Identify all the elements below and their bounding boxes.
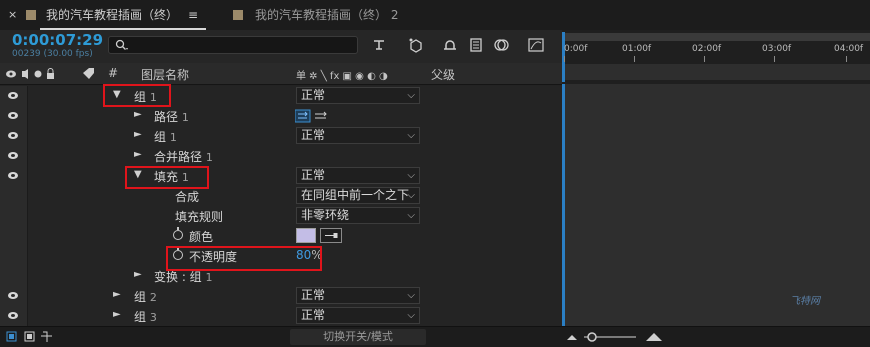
expand-triangle-icon[interactable]: ► <box>113 309 121 320</box>
ruler-tick-label: 01:00f <box>622 44 652 54</box>
eye-icon[interactable] <box>8 152 18 159</box>
magnifier-icon <box>115 39 128 50</box>
list-item[interactable]: 颜色 <box>0 226 562 247</box>
close-tab-button[interactable]: × <box>8 0 17 30</box>
label-tag-icon <box>83 68 94 79</box>
list-item[interactable]: ► 合并路径 1 <box>0 146 562 167</box>
blend-mode-dropdown[interactable]: 正常 ⌵ <box>296 307 420 324</box>
list-item[interactable]: ► 组 1 正常 ⌵ <box>0 126 562 147</box>
stopwatch-icon[interactable] <box>173 227 183 240</box>
list-item[interactable]: 填充规则 非零环绕 ⌵ <box>0 206 562 227</box>
timeline-footer: 切换开关/模式 <box>0 326 870 347</box>
visibility-cell <box>0 226 28 246</box>
property-name: 合成 <box>175 190 200 204</box>
ruler-tick-label: 02:00f <box>692 44 722 54</box>
tab-composition-1[interactable]: 我的汽车教程插画（终） <box>46 0 178 30</box>
blend-mode-dropdown[interactable]: 正常 ⌵ <box>296 87 420 104</box>
list-item[interactable]: ▼ 组 1 正常 ⌵ <box>0 86 562 107</box>
blend-mode-dropdown[interactable]: 正常 ⌵ <box>296 167 420 184</box>
column-hash: # <box>108 66 119 80</box>
navigator-start-handle[interactable] <box>562 64 565 80</box>
zoom-slider[interactable] <box>566 331 666 343</box>
visibility-cell[interactable] <box>0 86 28 106</box>
list-item[interactable]: ► 组 3 正常 ⌵ <box>0 306 562 327</box>
eyedropper-icon[interactable] <box>320 228 342 243</box>
composition-color-swatch <box>26 10 36 20</box>
tab-composition-2[interactable]: 我的汽车教程插画（终） 2 <box>255 0 398 30</box>
expand-triangle-icon[interactable]: ► <box>113 289 121 300</box>
tab-menu-icon[interactable]: ≡ <box>188 0 198 30</box>
column-parent: 父级 <box>431 68 456 82</box>
visibility-cell[interactable] <box>0 306 28 326</box>
highlight-box <box>166 246 322 271</box>
list-item[interactable]: 合成 在同组中前一个之下 ⌵ <box>0 186 562 207</box>
composite-dropdown[interactable]: 在同组中前一个之下 ⌵ <box>296 187 420 204</box>
work-area-bar[interactable] <box>564 33 870 41</box>
eye-icon[interactable] <box>8 112 18 119</box>
ruler-tick-label: 0:00f <box>564 44 588 54</box>
frame-blending-icon[interactable] <box>468 37 484 53</box>
eye-icon[interactable] <box>8 92 18 99</box>
layer-column-headers: # 图层名称 单 ✲ ╲ fx ▣ ◉ ◐ ◑ 父级 <box>0 63 562 85</box>
visibility-cell <box>0 206 28 226</box>
eye-icon[interactable] <box>8 312 18 319</box>
blend-mode-dropdown[interactable]: 正常 ⌵ <box>296 287 420 304</box>
column-switches: 单 ✲ ╲ fx ▣ ◉ ◐ ◑ <box>296 71 388 82</box>
search-input[interactable] <box>108 36 358 54</box>
layer-name: 组 1 <box>154 130 177 144</box>
navigator-bar[interactable] <box>562 64 870 80</box>
ruler-tick-label: 03:00f <box>762 44 792 54</box>
comp-flowchart-icon[interactable] <box>372 37 388 53</box>
watermark-logo: 飞特网 <box>790 296 820 307</box>
footer-panel-icons[interactable] <box>6 330 56 344</box>
visibility-cell[interactable] <box>0 106 28 126</box>
visibility-cell <box>0 266 28 286</box>
blend-mode-dropdown[interactable]: 正常 ⌵ <box>296 127 420 144</box>
current-time-line <box>562 84 565 326</box>
list-item[interactable]: ► 路径 1 <box>0 106 562 127</box>
shy-layers-icon[interactable] <box>442 37 458 53</box>
eye-icon[interactable] <box>8 172 18 179</box>
property-name: 填充规则 <box>175 210 224 224</box>
visibility-cell[interactable] <box>0 286 28 306</box>
list-item[interactable]: ▼ 填充 1 正常 ⌵ <box>0 166 562 187</box>
visibility-cell[interactable] <box>0 126 28 146</box>
property-name: 颜色 <box>189 230 214 244</box>
list-item[interactable]: ► 组 2 正常 ⌵ <box>0 286 562 307</box>
color-swatch[interactable] <box>296 228 316 243</box>
layer-name: 组 3 <box>134 310 157 324</box>
layer-name: 路径 1 <box>154 110 189 124</box>
composition-color-swatch <box>233 10 243 20</box>
eye-icon[interactable] <box>8 292 18 299</box>
visibility-cell[interactable] <box>0 166 28 186</box>
layer-name: 合并路径 1 <box>154 150 213 164</box>
column-layer-name[interactable]: 图层名称 <box>141 66 189 83</box>
av-switches-icons <box>6 68 54 79</box>
ruler-tick-label: 04:00f <box>834 44 864 54</box>
graph-editor-icon[interactable] <box>528 37 544 53</box>
eye-icon[interactable] <box>8 132 18 139</box>
draft-3d-icon[interactable] <box>408 37 424 53</box>
expand-triangle-icon[interactable]: ► <box>134 269 142 280</box>
layer-name: 组 2 <box>134 290 157 304</box>
tab-bar: × 我的汽车教程插画（终） ≡ 我的汽车教程插画（终） 2 <box>0 0 870 31</box>
timeline-tracks[interactable]: 飞特网 <box>562 84 870 326</box>
current-time-display[interactable]: 0:00:07:29 <box>12 31 103 49</box>
motion-blur-icon[interactable] <box>494 37 510 53</box>
time-ruler[interactable]: 0:00f 01:00f 02:00f 03:00f 04:00f <box>562 30 870 84</box>
frame-rate-label: 00239 (30.00 fps) <box>12 49 93 59</box>
expand-triangle-icon[interactable]: ► <box>134 149 142 160</box>
expand-triangle-icon[interactable]: ► <box>134 109 142 120</box>
expand-triangle-icon[interactable]: ► <box>134 129 142 140</box>
visibility-cell <box>0 246 28 266</box>
visibility-cell[interactable] <box>0 146 28 166</box>
fill-rule-dropdown[interactable]: 非零环绕 ⌵ <box>296 207 420 224</box>
highlight-box <box>125 166 209 189</box>
path-direction-icons[interactable] <box>295 109 329 123</box>
toggle-switches-modes-button[interactable]: 切换开关/模式 <box>290 329 426 345</box>
highlight-box <box>103 84 171 107</box>
visibility-cell <box>0 186 28 206</box>
